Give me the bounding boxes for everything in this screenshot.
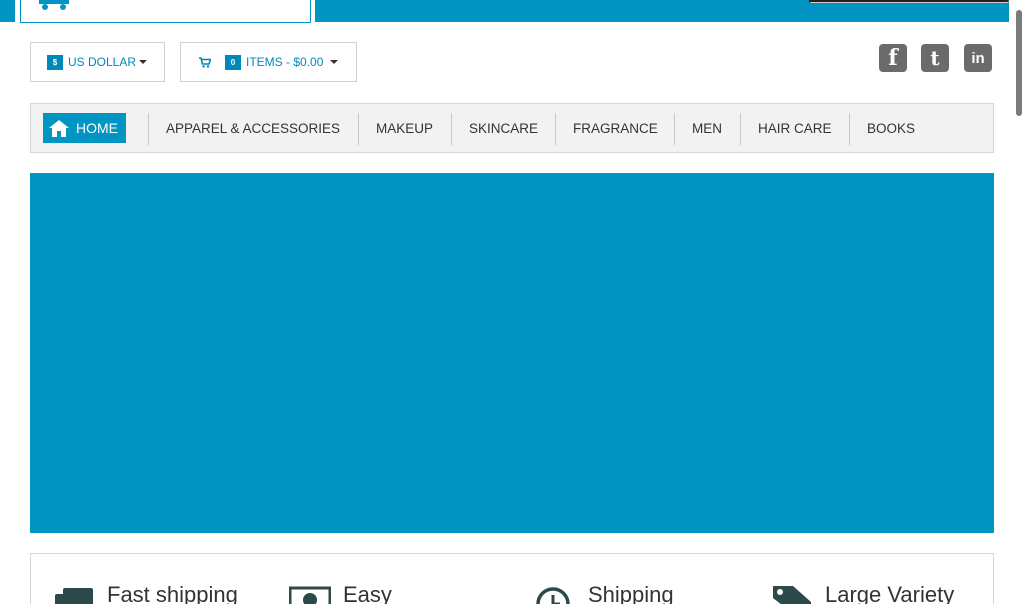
truck-icon: [55, 588, 93, 604]
linkedin-icon[interactable]: in: [964, 44, 992, 72]
chevron-down-icon: [330, 60, 339, 64]
chevron-down-icon: [139, 60, 148, 64]
feature-easy: Easy: [289, 582, 392, 604]
feature-fast-shipping: Fast shipping: [53, 582, 238, 604]
currency-dropdown[interactable]: $ US DOLLAR: [30, 42, 165, 82]
clock-icon: [536, 587, 570, 604]
nav-item-skincare[interactable]: SKINCARE: [451, 113, 555, 145]
scrollbar-thumb[interactable]: [1016, 10, 1022, 116]
money-icon: [289, 586, 331, 604]
nav-item-men[interactable]: MEN: [674, 113, 739, 145]
twitter-icon[interactable]: t: [921, 44, 949, 72]
features-strip: Fast shipping Easy Shipping Large Variet…: [30, 553, 994, 604]
facebook-icon[interactable]: f: [879, 44, 907, 72]
nav-item-books[interactable]: BOOKS: [849, 113, 932, 145]
cart-summary-label: ITEMS - $0.00: [246, 55, 324, 69]
tag-icon: [773, 586, 811, 604]
hero-banner[interactable]: [30, 173, 994, 533]
main-nav: HOME APPAREL & ACCESSORIES MAKEUP SKINCA…: [30, 103, 994, 153]
currency-label: US DOLLAR: [68, 55, 137, 69]
feature-label: Easy: [343, 582, 392, 604]
cart-count-badge: 0: [225, 54, 241, 70]
header-accent-main: [315, 0, 1009, 22]
site-logo[interactable]: [20, 0, 311, 23]
nav-item-fragrance[interactable]: FRAGRANCE: [555, 113, 675, 145]
nav-item-makeup[interactable]: MAKEUP: [358, 113, 450, 145]
feature-label: Fast shipping: [107, 582, 238, 604]
nav-item-hair-care[interactable]: HAIR CARE: [740, 113, 849, 145]
header-accent-left: [0, 0, 15, 22]
search-input[interactable]: [809, 0, 1009, 3]
feature-shipping: Shipping: [534, 582, 674, 604]
nav-item-apparel[interactable]: APPAREL & ACCESSORIES: [148, 113, 357, 145]
nav-home-label: HOME: [76, 120, 118, 136]
home-icon: [49, 119, 69, 137]
feature-large-variety: Large Variety: [771, 582, 954, 604]
cart-icon: [199, 56, 211, 68]
cart-dropdown[interactable]: 0 ITEMS - $0.00: [180, 42, 357, 82]
shopping-cart-icon: [39, 0, 69, 10]
currency-symbol-badge: $: [47, 54, 63, 70]
nav-home[interactable]: HOME: [43, 113, 126, 143]
feature-label: Shipping: [588, 582, 674, 604]
feature-label: Large Variety: [825, 582, 955, 604]
